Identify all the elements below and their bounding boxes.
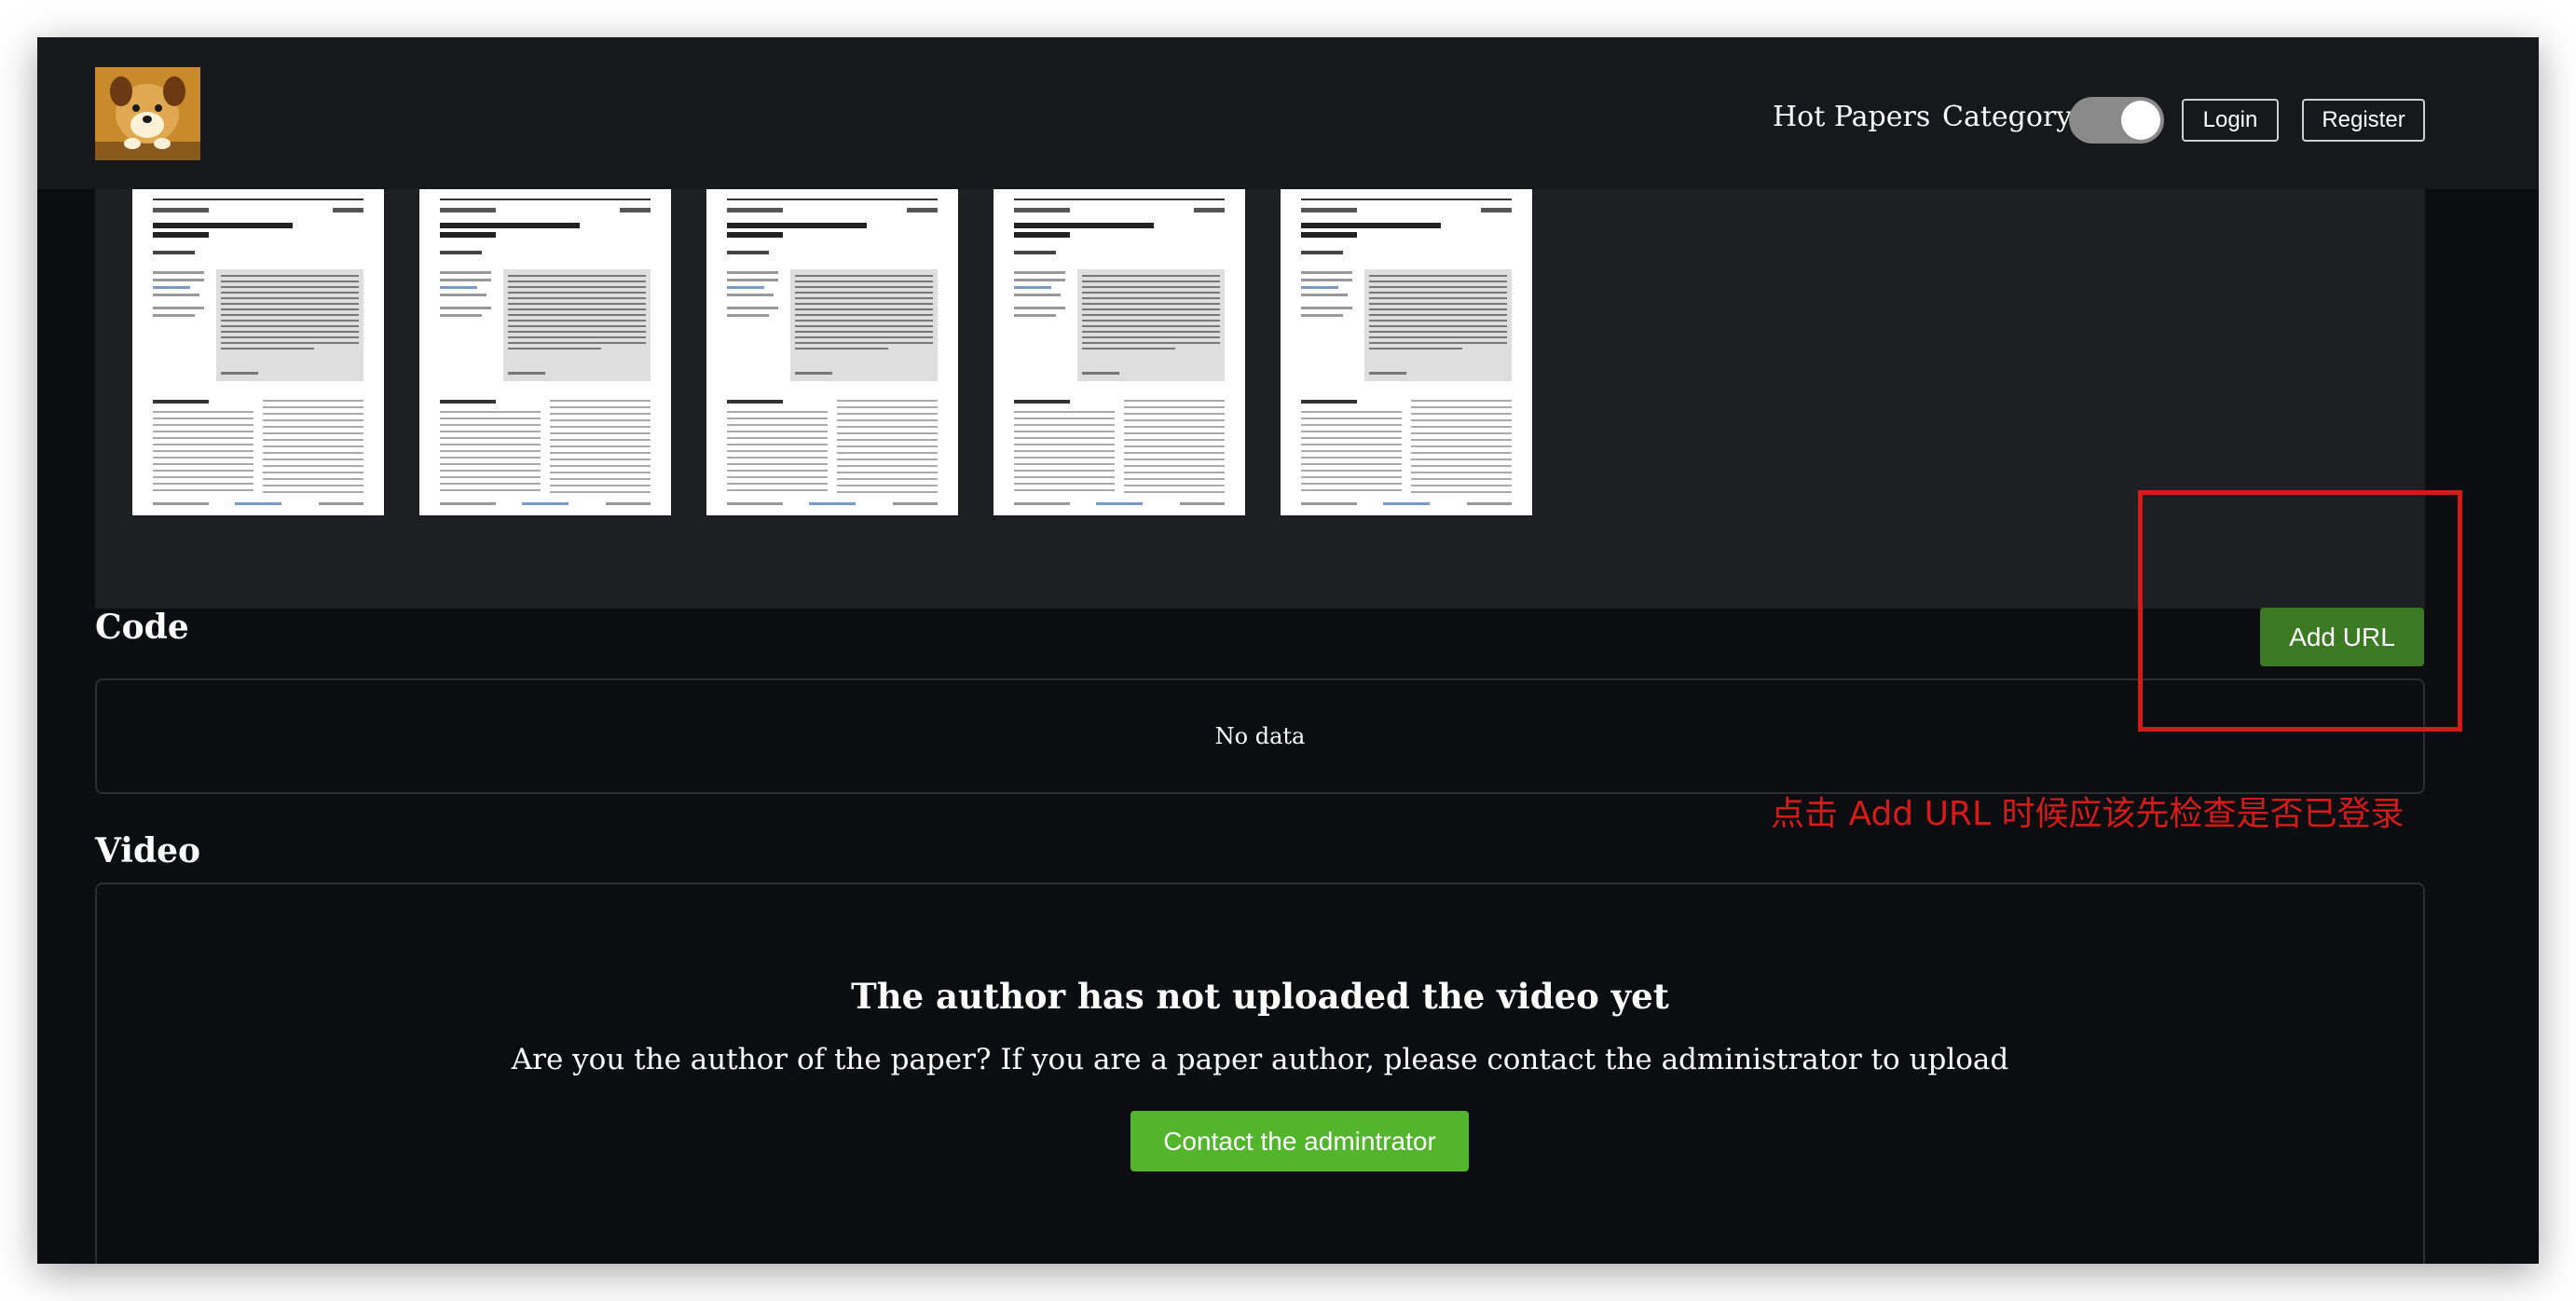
top-navbar: Hot Papers Category Login Register [37,37,2539,189]
contact-admin-button[interactable]: Contact the admintrator [1130,1111,1469,1171]
theme-toggle[interactable] [2069,97,2164,144]
nav-category[interactable]: Category [1942,101,2072,133]
video-empty-text: Are you the author of the paper? If you … [511,1043,2009,1076]
code-section-title: Code [95,608,189,647]
paper-page-preview [132,189,384,515]
login-button[interactable]: Login [2182,99,2279,142]
video-panel: The author has not uploaded the video ye… [95,883,2425,1264]
register-button[interactable]: Register [2302,99,2425,142]
paper-page-thumbnail[interactable] [1281,189,1532,515]
video-section-title: Video [95,831,201,870]
code-panel: No data [95,678,2425,794]
nav-hot-papers[interactable]: Hot Papers [1773,101,1930,133]
video-empty-title: The author has not uploaded the video ye… [851,976,1669,1017]
code-empty-text: No data [1214,723,1306,749]
paper-page-thumbnail[interactable] [993,189,1245,515]
site-logo[interactable] [95,67,200,160]
paper-page-thumbnail[interactable] [132,189,384,515]
paper-page-preview [993,189,1245,515]
annotation-note: 点击 Add URL 时候应该先检查是否已登录 [1771,795,2405,833]
toggle-knob [2121,101,2160,140]
paper-page-preview [1281,189,1532,515]
dog-logo-icon [95,67,200,160]
paper-page-thumbnail[interactable] [706,189,958,515]
paper-page-preview [419,189,671,515]
paper-page-preview [706,189,958,515]
annotation-highlight-box [2138,490,2462,732]
paper-gallery [95,189,2425,609]
paper-page-thumbnail[interactable] [419,189,671,515]
